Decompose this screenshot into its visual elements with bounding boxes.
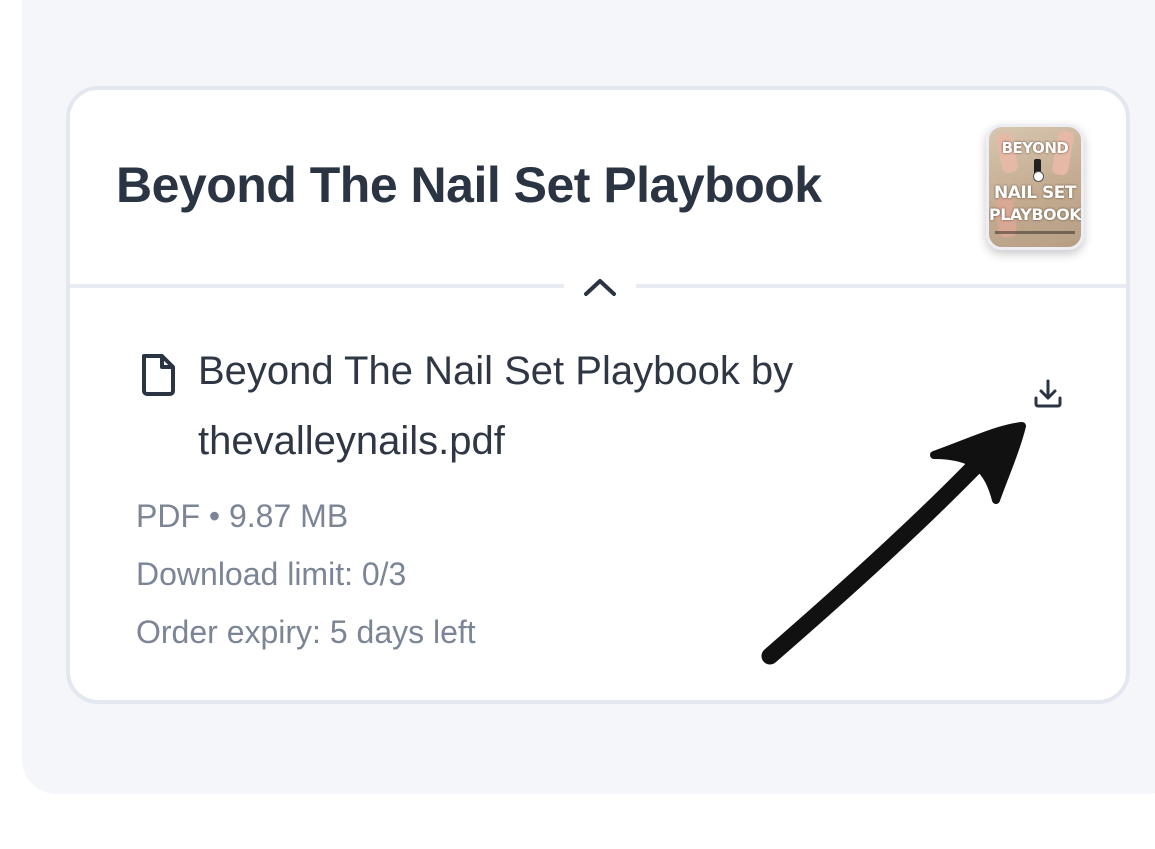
collapse-toggle-button[interactable] — [564, 266, 636, 308]
product-card: Beyond The Nail Set Playbook BEYOND NAIL… — [66, 86, 1130, 704]
file-type: PDF — [136, 498, 200, 534]
download-limit: Download limit: 0/3 — [136, 556, 407, 592]
cover-line-1: BEYOND — [1001, 139, 1069, 157]
product-title: Beyond The Nail Set Playbook — [116, 157, 822, 213]
file-name: Beyond The Nail Set Playbook by thevalle… — [198, 349, 794, 463]
chevron-up-icon — [584, 279, 616, 296]
meta-separator: • — [208, 498, 221, 534]
cover-line-3: PLAYBOOK — [989, 205, 1082, 224]
file-icon — [142, 354, 175, 396]
download-button[interactable] — [1030, 376, 1066, 412]
order-expiry: Order expiry: 5 days left — [136, 614, 476, 650]
file-type-size: PDF • 9.87 MB — [136, 498, 348, 535]
file-size: 9.87 MB — [228, 498, 349, 534]
cover-line-2: NAIL SET — [994, 183, 1076, 203]
download-icon — [1034, 379, 1062, 408]
product-cover-thumbnail: BEYOND NAIL SET PLAYBOOK — [986, 124, 1084, 250]
